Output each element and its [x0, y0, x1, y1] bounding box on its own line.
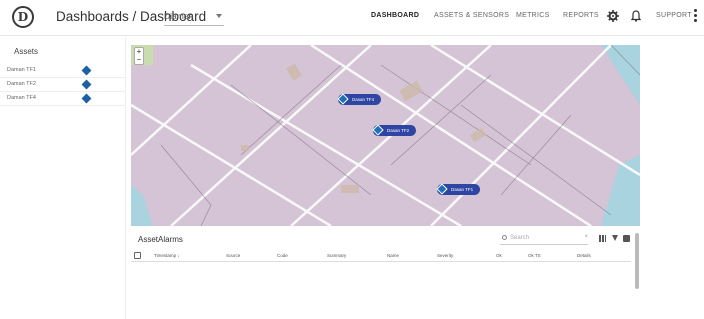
column-details[interactable]: Details	[577, 253, 591, 258]
asset-pin-icon	[337, 93, 349, 105]
dashboard-select[interactable]: Diamen	[164, 8, 224, 26]
nav-metrics[interactable]: METRICS	[516, 12, 550, 19]
nav-reports[interactable]: REPORTS	[563, 12, 599, 19]
filter-icon[interactable]	[612, 235, 618, 241]
alarms-table-header: Timestamp ↓ Source Code Summary Name Sev…	[131, 250, 631, 262]
alarms-search-input[interactable]: Search ×	[500, 233, 588, 245]
asset-marker-icon	[81, 93, 92, 104]
column-code[interactable]: Code	[277, 253, 288, 258]
asset-item-label: Daman TF1	[7, 67, 36, 73]
asset-item[interactable]: Daman TF1	[0, 64, 126, 78]
view-columns-icon[interactable]	[599, 235, 606, 242]
assets-sidebar: Assets Daman TF1 Daman TF2 Daman TF4	[0, 37, 126, 319]
column-name[interactable]: Name	[387, 253, 399, 258]
nav-dashboard[interactable]: DASHBOARD	[371, 12, 419, 19]
settings-gear-icon[interactable]	[607, 9, 619, 23]
map-pin-label: Dasan TF2	[387, 128, 410, 133]
top-bar: D Dashboards / Dashboard Diamen DASHBOAR…	[0, 0, 704, 36]
alarms-scrollbar[interactable]	[635, 233, 639, 289]
site-map[interactable]: + − Dasan TF4 Dasan TF2 Dasan TF1	[131, 45, 640, 226]
asset-item[interactable]: Daman TF4	[0, 92, 126, 106]
map-pin-tf2[interactable]: Dasan TF2	[372, 124, 417, 136]
map-pin-label: Dasan TF1	[451, 187, 474, 192]
asset-item[interactable]: Daman TF2	[0, 78, 126, 92]
map-pin-tf1[interactable]: Dasan TF1	[436, 183, 481, 195]
asset-pin-icon	[436, 183, 448, 195]
chevron-down-icon	[216, 14, 222, 18]
clear-search-icon[interactable]: ×	[584, 234, 588, 240]
map-pin-tf4[interactable]: Dasan TF4	[337, 93, 382, 105]
dashboard-select-value: Diamen	[164, 11, 194, 21]
asset-pin-icon	[372, 124, 384, 136]
nav-assets-sensors[interactable]: ASSETS & SENSORS	[434, 12, 509, 19]
column-severity[interactable]: Severity	[437, 253, 453, 258]
nav-support[interactable]: SUPPORT	[656, 12, 692, 19]
asset-item-label: Daman TF2	[7, 81, 36, 87]
zoom-out-button[interactable]: −	[135, 56, 143, 64]
asset-marker-icon	[81, 79, 92, 90]
more-menu-icon[interactable]	[694, 9, 698, 25]
map-pin-label: Dasan TF4	[352, 97, 375, 102]
sidebar-title: Assets	[14, 47, 39, 56]
column-ok[interactable]: Ok	[496, 253, 502, 258]
map-zoom-control[interactable]: + −	[134, 47, 144, 65]
column-source[interactable]: Source	[226, 253, 240, 258]
search-icon	[502, 235, 507, 240]
bell-icon[interactable]	[630, 9, 642, 23]
search-placeholder: Search	[510, 235, 530, 241]
asset-marker-icon	[81, 65, 92, 76]
asset-item-label: Daman TF4	[7, 95, 36, 101]
column-timestamp[interactable]: Timestamp ↓	[154, 253, 180, 258]
alarms-title: AssetAlarms	[138, 235, 183, 244]
column-summary[interactable]: Summary	[327, 253, 346, 258]
column-ok-ts[interactable]: Ok TS	[528, 253, 541, 258]
print-icon[interactable]	[623, 235, 630, 242]
app-logo[interactable]: D	[12, 6, 34, 28]
select-all-checkbox[interactable]	[134, 252, 141, 259]
